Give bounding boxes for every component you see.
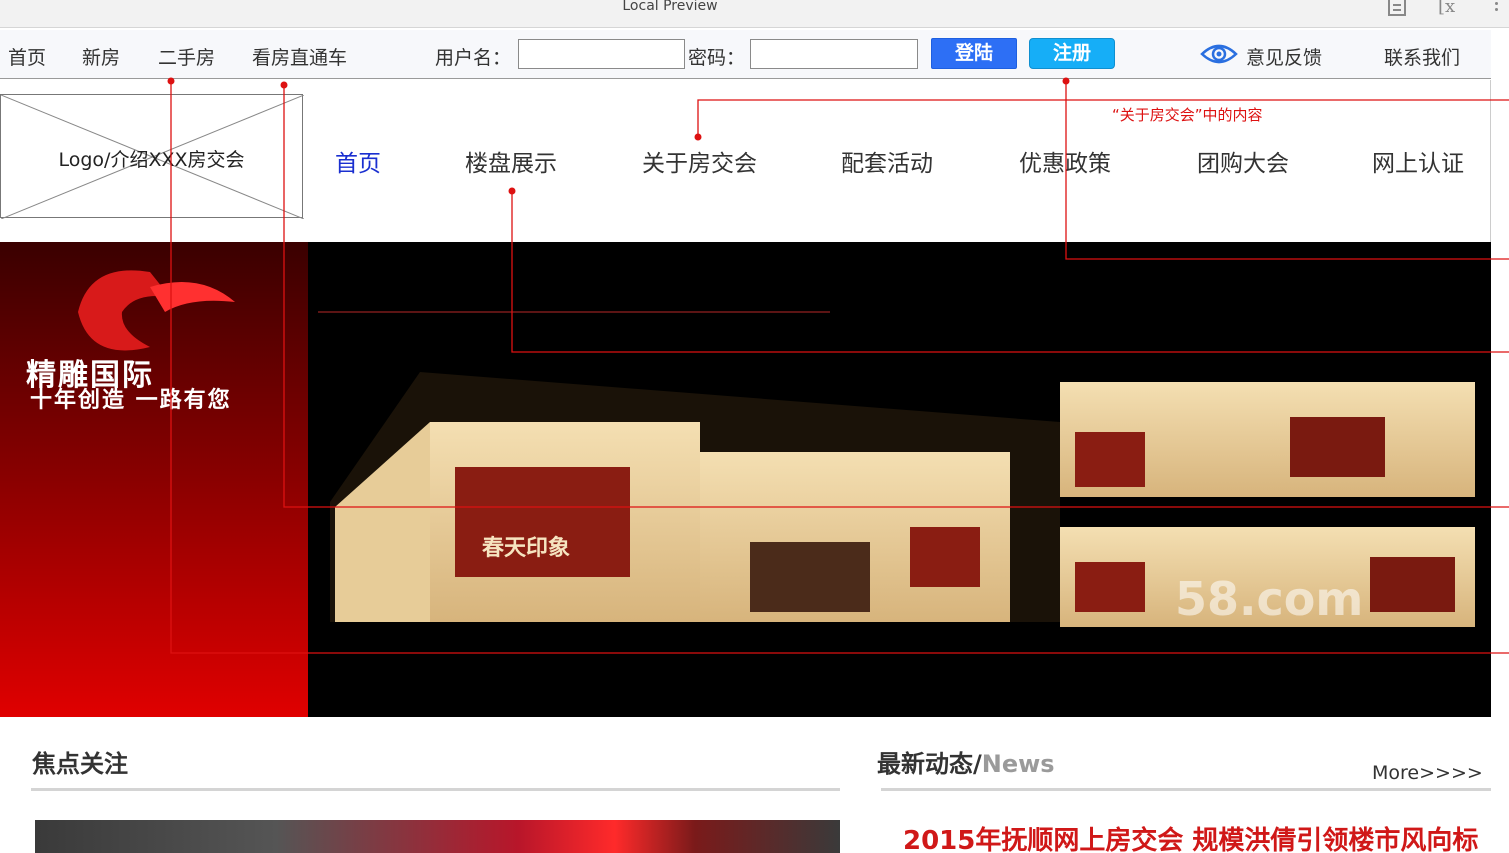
login-button[interactable]: 登陆	[931, 38, 1017, 69]
nav-group-buy[interactable]: 团购大会	[1197, 144, 1289, 178]
eye-icon	[1200, 44, 1238, 64]
top-link-new-house[interactable]: 新房	[82, 43, 120, 70]
nav-home[interactable]: 首页	[335, 144, 381, 178]
preview-title: Local Preview	[622, 0, 718, 14]
feedback-link[interactable]: 意见反馈	[1246, 43, 1322, 70]
nav-projects[interactable]: 楼盘展示	[465, 144, 557, 178]
logo-text: Logo/介绍XXX房交会	[58, 149, 245, 171]
document-icon[interactable]	[1388, 0, 1406, 16]
logo-placeholder[interactable]: Logo/介绍XXX房交会	[0, 94, 304, 219]
news-title: 最新动态/News	[877, 744, 1055, 779]
banner-watermark: 58.com	[1175, 572, 1364, 626]
main-header: Logo/介绍XXX房交会 首页 楼盘展示 关于房交会 配套活动 优惠政策 团购…	[0, 80, 1491, 242]
nav-about[interactable]: 关于房交会	[642, 144, 757, 178]
username-input[interactable]	[518, 39, 685, 69]
news-more-link[interactable]: More>>>>	[1372, 762, 1483, 784]
password-input[interactable]	[750, 39, 918, 69]
news-title-cn: 最新动态/	[877, 750, 982, 778]
banner-slogan: 十年创造 一路有您	[30, 388, 232, 413]
formula-icon[interactable]: [x	[1438, 0, 1456, 16]
top-link-tour-bus[interactable]: 看房直通车	[252, 43, 347, 70]
focus-divider	[31, 788, 840, 791]
password-label: 密码：	[688, 47, 746, 69]
nav-activities[interactable]: 配套活动	[841, 144, 933, 178]
focus-title: 焦点关注	[32, 750, 128, 778]
hero-banner[interactable]: 精雕国际 十年创造 一路有您 春天印象 58.com	[0, 242, 1491, 717]
contact-link[interactable]: 联系我们	[1384, 43, 1460, 70]
nav-certification[interactable]: 网上认证	[1372, 144, 1464, 178]
news-headline[interactable]: 2015年抚顺网上房交会 规模洪倩引领楼市风向标	[903, 820, 1478, 853]
username-label: 用户名：	[435, 47, 512, 69]
banner-artwork	[0, 242, 1475, 717]
top-link-second-hand[interactable]: 二手房	[158, 43, 215, 70]
register-button[interactable]: 注册	[1029, 38, 1115, 69]
preview-titlebar: Local Preview [x	[0, 0, 1509, 28]
annotation-note: “关于房交会”中的内容	[1112, 106, 1263, 124]
nav-policies[interactable]: 优惠政策	[1019, 144, 1111, 178]
booth-sign: 春天印象	[482, 536, 571, 561]
top-link-home[interactable]: 首页	[8, 43, 46, 70]
more-vert-icon[interactable]	[1495, 0, 1501, 16]
news-title-en: News	[981, 750, 1055, 778]
news-divider	[881, 788, 1491, 791]
top-bar: 首页 新房 二手房 看房直通车 用户名： 密码： 登陆 注册 意见反馈 联系我们	[0, 30, 1491, 79]
focus-image[interactable]	[35, 820, 840, 853]
